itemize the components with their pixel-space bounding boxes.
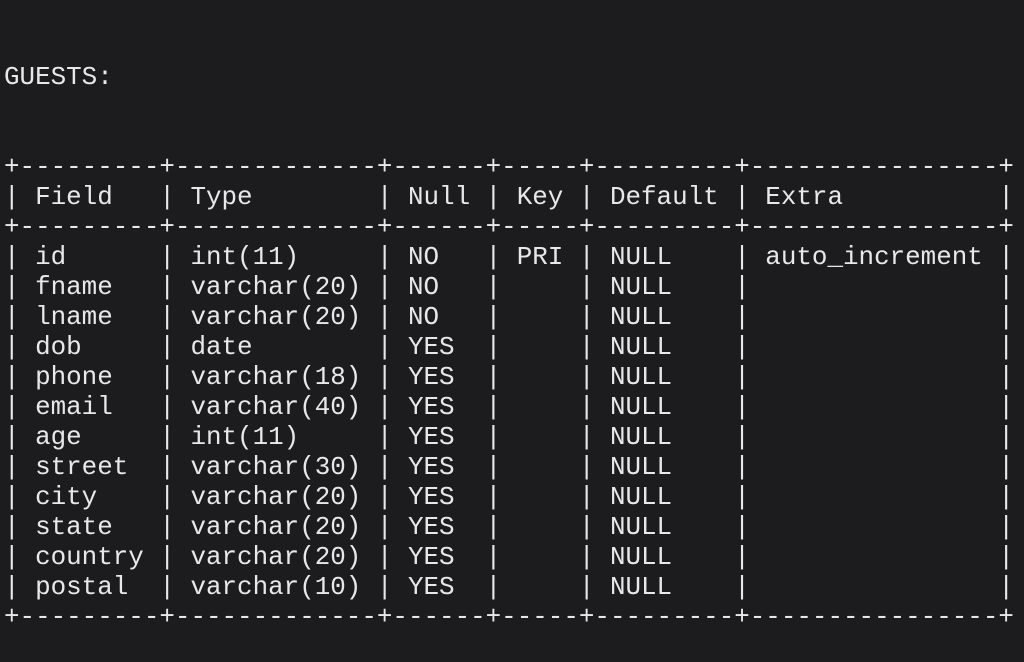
table-border: +---------+-------------+------+-----+--… bbox=[4, 602, 1014, 632]
table-row: | city | varchar(20) | YES | | NULL | | bbox=[4, 482, 1014, 512]
table-border: +---------+-------------+------+-----+--… bbox=[4, 152, 1014, 182]
table-row: | age | int(11) | YES | | NULL | | bbox=[4, 422, 1014, 452]
table-row: | id | int(11) | NO | PRI | NULL | auto_… bbox=[4, 242, 1014, 272]
table-row: | postal | varchar(10) | YES | | NULL | … bbox=[4, 572, 1014, 602]
table-row: | state | varchar(20) | YES | | NULL | | bbox=[4, 512, 1014, 542]
table-row: | lname | varchar(20) | NO | | NULL | | bbox=[4, 302, 1014, 332]
table-row: | street | varchar(30) | YES | | NULL | … bbox=[4, 452, 1014, 482]
table-row: | dob | date | YES | | NULL | | bbox=[4, 332, 1014, 362]
table-row: | email | varchar(40) | YES | | NULL | | bbox=[4, 392, 1014, 422]
table-border: +---------+-------------+------+-----+--… bbox=[4, 212, 1014, 242]
table-title: GUESTS: bbox=[4, 62, 113, 92]
table-row: | phone | varchar(18) | YES | | NULL | | bbox=[4, 362, 1014, 392]
table-header: | Field | Type | Null | Key | Default | … bbox=[4, 182, 1014, 212]
guests-table: +---------+-------------+------+-----+--… bbox=[4, 152, 1014, 632]
table-row: | fname | varchar(20) | NO | | NULL | | bbox=[4, 272, 1014, 302]
terminal-output: GUESTS: +---------+-------------+------+… bbox=[4, 2, 1014, 662]
table-row: | country | varchar(20) | YES | | NULL |… bbox=[4, 542, 1014, 572]
